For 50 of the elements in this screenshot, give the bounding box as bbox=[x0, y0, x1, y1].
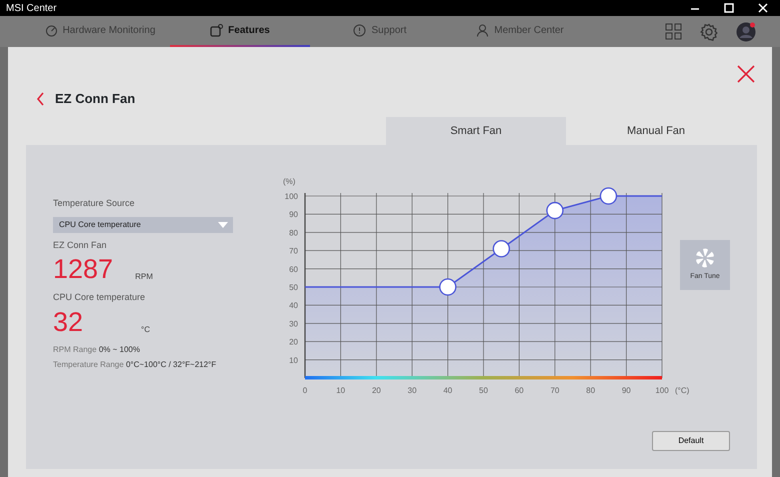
y-tick-label: 30 bbox=[289, 319, 298, 328]
y-tick-label: 80 bbox=[289, 228, 298, 238]
x-tick-label: 100 bbox=[655, 386, 669, 395]
window-title: MSI Center bbox=[6, 2, 57, 16]
reading-label: CPU Core temperature bbox=[53, 291, 146, 304]
x-tick-label: 50 bbox=[479, 386, 488, 395]
y-tick-label: 90 bbox=[289, 210, 298, 220]
y-tick-label: 20 bbox=[289, 338, 298, 347]
x-tick-label: 70 bbox=[550, 386, 560, 395]
x-tick-label: 0 bbox=[302, 386, 308, 395]
back-icon[interactable] bbox=[36, 92, 45, 106]
curve-point[interactable] bbox=[439, 278, 456, 296]
grid-icon[interactable] bbox=[665, 23, 682, 40]
curve-point[interactable] bbox=[546, 202, 564, 220]
range-text: RPM Range 0% ~ 100% bbox=[53, 344, 141, 356]
y-axis-label: (%) bbox=[283, 177, 296, 186]
y-tick-label: 10 bbox=[289, 356, 298, 365]
y-tick-label: 100 bbox=[284, 192, 298, 201]
settings-icon[interactable] bbox=[700, 22, 718, 40]
curve-point[interactable] bbox=[600, 187, 618, 205]
source-dropdown[interactable]: CPU Core temperature bbox=[53, 216, 233, 232]
y-tick-label: 50 bbox=[289, 283, 298, 292]
unit-label: °C bbox=[141, 324, 150, 336]
x-tick-label: 10 bbox=[336, 386, 346, 395]
square-icon bbox=[210, 24, 224, 37]
field-label: Temperature Source bbox=[53, 197, 136, 210]
x-tick-label: 90 bbox=[622, 386, 631, 395]
x-tick-label: 60 bbox=[514, 386, 524, 395]
reading-value: 32 bbox=[53, 308, 84, 336]
x-tick-label: 80 bbox=[586, 386, 596, 395]
gauge-icon bbox=[44, 24, 58, 37]
x-tick-label: 20 bbox=[372, 386, 381, 395]
avatar-icon[interactable] bbox=[736, 22, 756, 42]
x-tick-label: 30 bbox=[408, 386, 417, 395]
page-title: EZ Conn Fan bbox=[55, 91, 136, 107]
fan-icon bbox=[694, 247, 716, 270]
mode-tab[interactable]: Smart Fan bbox=[386, 117, 566, 145]
reading-label: EZ Conn Fan bbox=[53, 238, 108, 252]
default-button[interactable]: Default bbox=[652, 431, 730, 451]
person-icon bbox=[476, 24, 490, 37]
y-tick-label: 70 bbox=[289, 246, 298, 256]
reading-value: 1287 bbox=[53, 256, 114, 283]
unit-label: RPM bbox=[135, 271, 153, 283]
x-axis-label: (°C) bbox=[675, 386, 690, 395]
dropdown-arrow-icon bbox=[218, 222, 228, 228]
y-tick-label: 40 bbox=[289, 301, 298, 310]
range-text: Temperature Range 0°C~100°C / 32°F~212°F bbox=[53, 358, 218, 370]
y-tick-label: 60 bbox=[289, 264, 298, 274]
curve-point[interactable] bbox=[492, 240, 510, 258]
x-tick-label: 40 bbox=[443, 386, 452, 395]
